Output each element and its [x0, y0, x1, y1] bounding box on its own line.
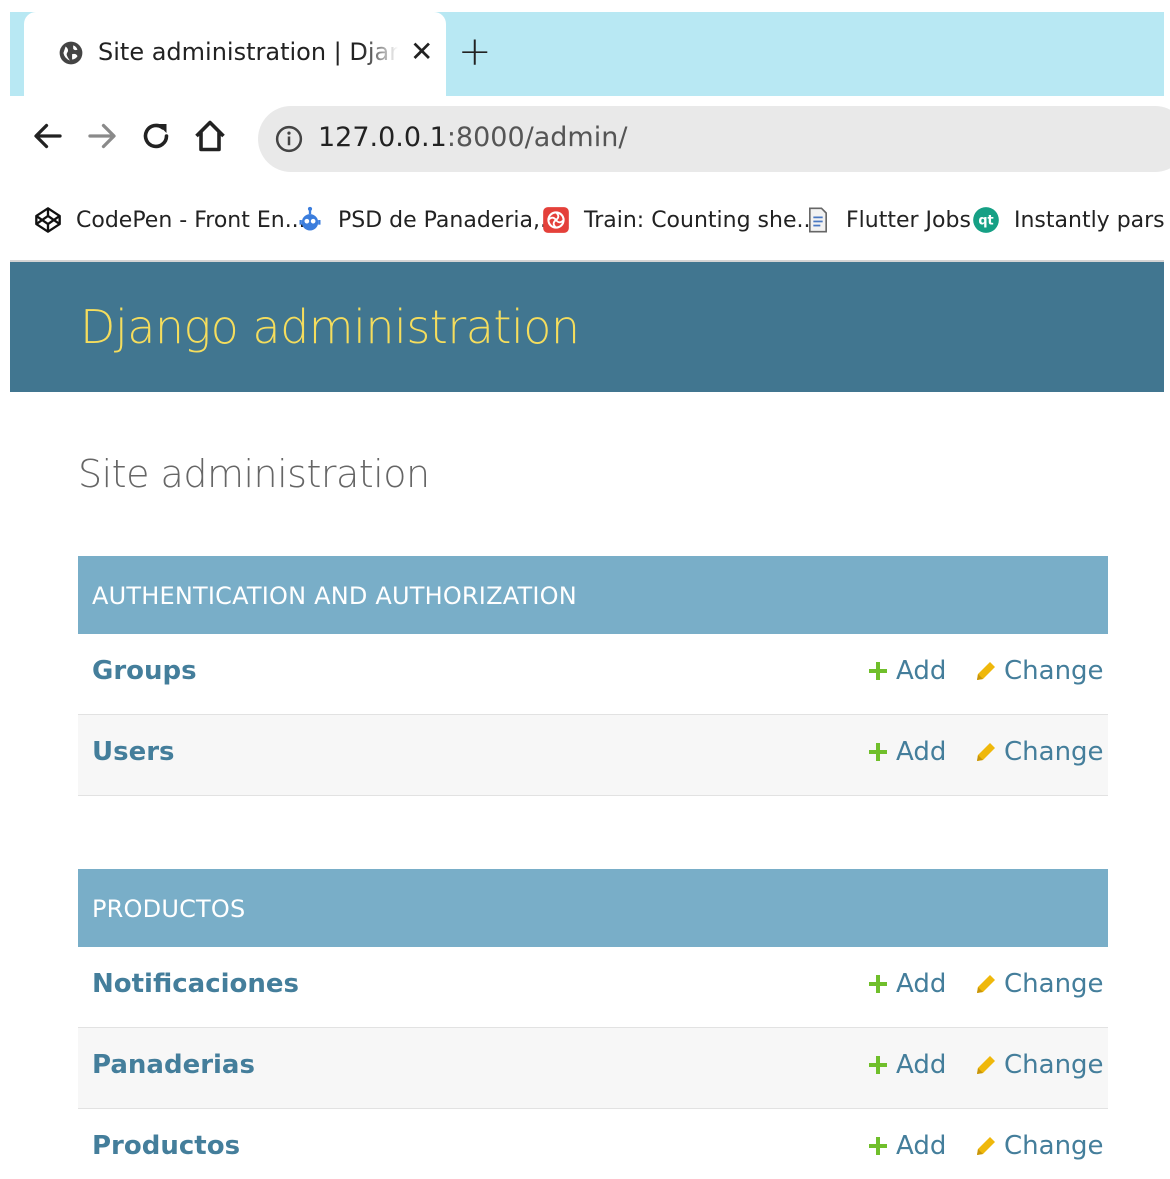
- add-button[interactable]: Add: [868, 656, 946, 686]
- plus-icon: [869, 975, 887, 993]
- table-row: Panaderias Add Change: [78, 1028, 1108, 1109]
- add-label: Add: [896, 656, 947, 686]
- plus-icon: [869, 1056, 887, 1074]
- bookmark-codepen[interactable]: CodePen - Front En...: [34, 200, 306, 240]
- plus-icon: [869, 662, 887, 680]
- qt-icon: qt: [973, 207, 999, 233]
- globe-icon: [59, 41, 83, 65]
- home-icon[interactable]: [192, 118, 228, 154]
- table-row: Productos Add Change: [78, 1109, 1108, 1179]
- bookmarks-bar: CodePen - Front En... PSD de Panaderia,.…: [10, 186, 1164, 256]
- tab-close-icon[interactable]: ✕: [410, 36, 433, 68]
- add-button[interactable]: Add: [868, 737, 946, 767]
- change-label: Change: [1004, 1131, 1104, 1161]
- add-label: Add: [896, 1131, 947, 1161]
- pencil-icon: [977, 662, 995, 680]
- module-productos: Productos Notificaciones Add Change Pana…: [78, 869, 1108, 1179]
- tab-strip: Site administration | Django site admin …: [10, 12, 1164, 98]
- bookmark-label: CodePen - Front En...: [76, 207, 306, 233]
- page-title: Site administration: [78, 452, 430, 496]
- add-button[interactable]: Add: [868, 1050, 946, 1080]
- codepen-icon: [35, 207, 61, 233]
- change-label: Change: [1004, 1050, 1104, 1080]
- new-tab-button[interactable]: +: [458, 30, 492, 74]
- swirl-icon: [543, 207, 569, 233]
- add-button[interactable]: Add: [868, 969, 946, 999]
- forward-arrow-icon[interactable]: [84, 118, 120, 154]
- module-rows: Notificaciones Add Change Panaderias Add…: [78, 947, 1108, 1179]
- robot-icon: [299, 206, 321, 231]
- change-button[interactable]: Change: [976, 969, 1104, 999]
- add-label: Add: [896, 969, 947, 999]
- pencil-icon: [977, 743, 995, 761]
- navigation-bar: 127.0.0.1:8000/admin/: [10, 96, 1170, 186]
- back-arrow-icon[interactable]: [30, 118, 66, 154]
- pencil-icon: [977, 1056, 995, 1074]
- table-row: Groups Add Change: [78, 634, 1108, 715]
- change-label: Change: [1004, 737, 1104, 767]
- svg-text:qt: qt: [978, 214, 993, 229]
- model-link-productos[interactable]: Productos: [92, 1131, 240, 1161]
- bookmark-label: Train: Counting she...: [584, 207, 818, 233]
- reload-icon[interactable]: [138, 118, 174, 154]
- pencil-icon: [977, 975, 995, 993]
- bookmark-label: PSD de Panaderia,...: [338, 207, 561, 233]
- bookmark-psd-panaderia[interactable]: PSD de Panaderia,...: [296, 200, 561, 240]
- info-icon[interactable]: [274, 124, 304, 154]
- browser-tab[interactable]: Site administration | Django site admin …: [24, 12, 446, 98]
- site-branding[interactable]: Django administration: [80, 300, 580, 354]
- table-row: Users Add Change: [78, 715, 1108, 796]
- plus-icon: [869, 1137, 887, 1155]
- pencil-icon: [977, 1137, 995, 1155]
- change-button[interactable]: Change: [976, 1131, 1104, 1161]
- change-button[interactable]: Change: [976, 737, 1104, 767]
- change-button[interactable]: Change: [976, 1050, 1104, 1080]
- add-label: Add: [896, 737, 947, 767]
- module-caption[interactable]: Productos: [78, 869, 1108, 947]
- plus-icon: [869, 743, 887, 761]
- bookmark-label: Instantly parse JSON: [1014, 207, 1164, 233]
- bookmark-label: Flutter Jobs: [846, 207, 971, 233]
- bookmark-quicktype[interactable]: qt Instantly parse JSON: [972, 200, 1164, 240]
- url-path: :8000/admin/: [446, 122, 628, 153]
- model-link-notificaciones[interactable]: Notificaciones: [92, 969, 299, 999]
- change-label: Change: [1004, 656, 1104, 686]
- bookmark-flutter-jobs[interactable]: Flutter Jobs: [804, 200, 971, 240]
- module-caption[interactable]: Authentication and Authorization: [78, 556, 1108, 634]
- table-row: Notificaciones Add Change: [78, 947, 1108, 1028]
- admin-header: Django administration: [10, 262, 1164, 392]
- module-rows: Groups Add Change Users Add Change: [78, 634, 1108, 796]
- model-link-panaderias[interactable]: Panaderias: [92, 1050, 255, 1080]
- url-text[interactable]: 127.0.0.1:8000/admin/: [318, 122, 627, 153]
- model-link-groups[interactable]: Groups: [92, 656, 197, 686]
- model-link-users[interactable]: Users: [92, 737, 175, 767]
- document-icon: [809, 207, 827, 233]
- change-label: Change: [1004, 969, 1104, 999]
- add-button[interactable]: Add: [868, 1131, 946, 1161]
- module-auth: Authentication and Authorization Groups …: [78, 556, 1108, 796]
- url-host: 127.0.0.1: [318, 122, 447, 153]
- bookmark-train-counting[interactable]: Train: Counting she...: [542, 200, 817, 240]
- add-label: Add: [896, 1050, 947, 1080]
- change-button[interactable]: Change: [976, 656, 1104, 686]
- tab-title: Site administration | Django site admin: [98, 38, 398, 66]
- address-bar[interactable]: 127.0.0.1:8000/admin/: [258, 106, 1170, 172]
